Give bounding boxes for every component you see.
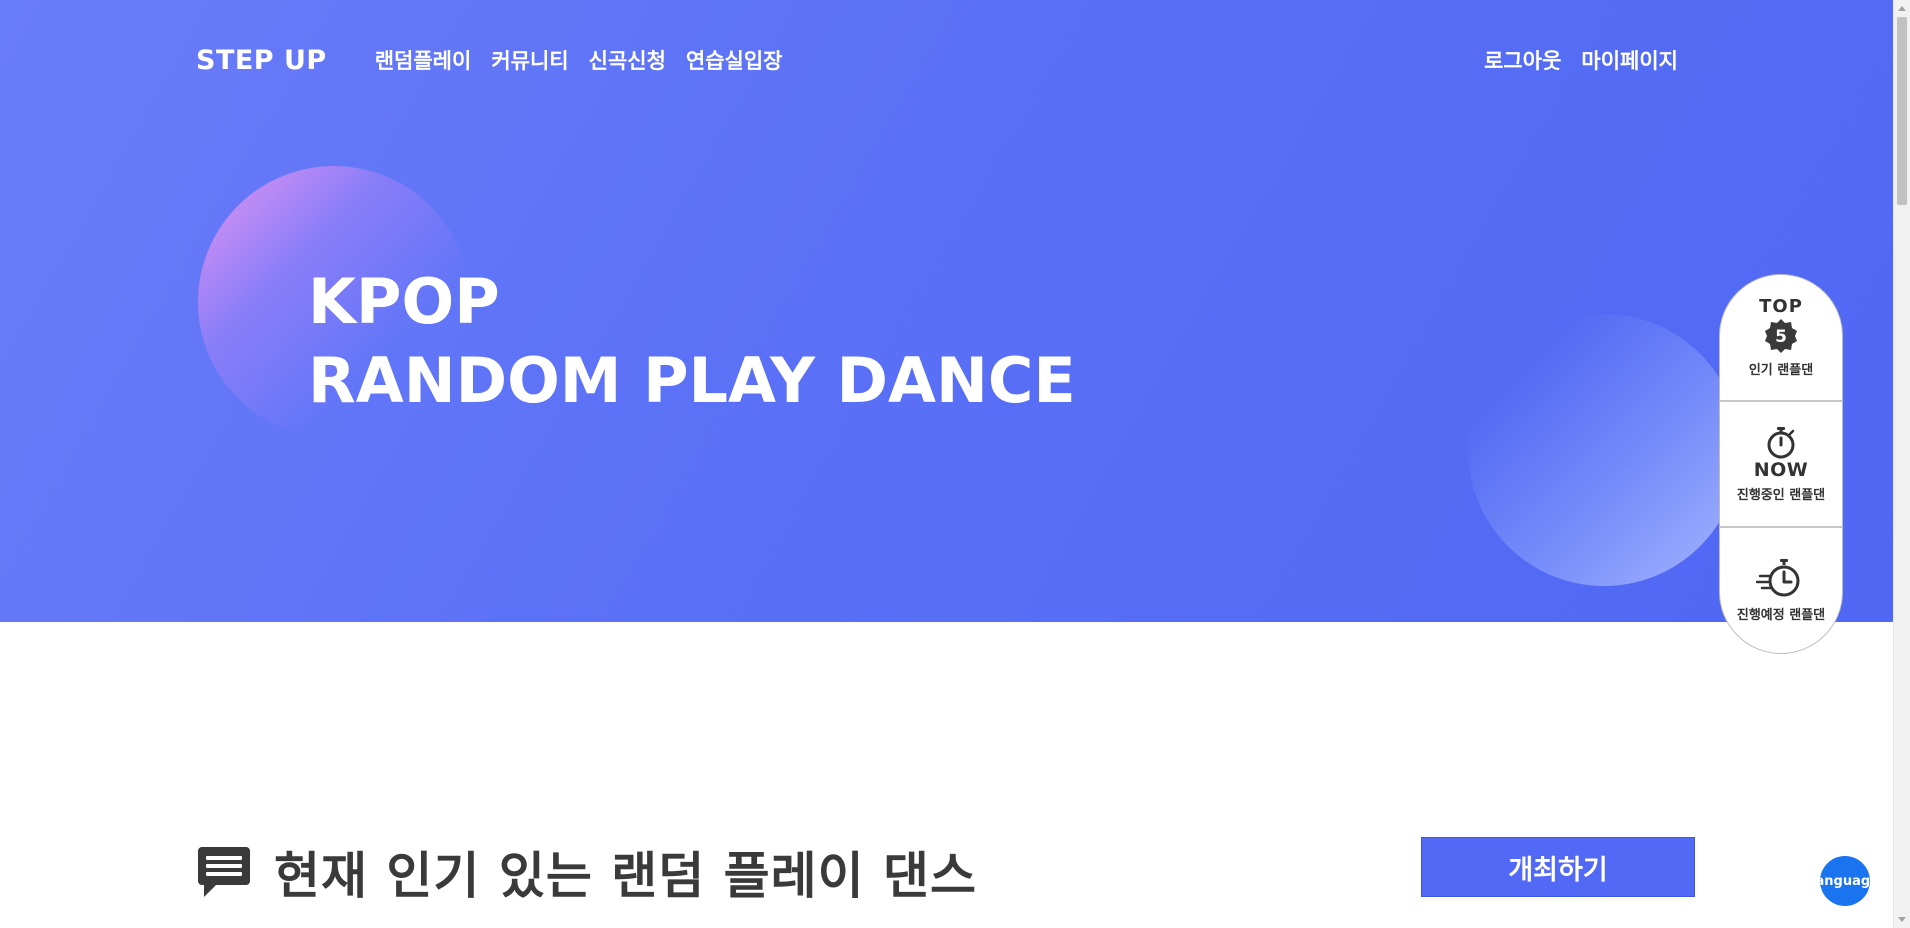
quick-label-popular: 인기 랜플댄 — [1748, 362, 1814, 378]
hero-banner: STEP UP 랜덤플레이 커뮤니티 신곡신청 연습실입장 로그아웃 마이페이지… — [0, 0, 1893, 622]
popular-section-header: 현재 인기 있는 랜덤 플레이 댄스 — [196, 836, 977, 908]
quick-item-now[interactable]: NOW 진행중인 랜플댄 — [1720, 399, 1842, 527]
nav-item-community: 커뮤니티 — [491, 45, 568, 75]
mypage-link[interactable]: 마이페이지 — [1581, 45, 1678, 75]
nav-link-practice-room[interactable]: 연습실입장 — [686, 49, 783, 73]
quick-label-ongoing: 진행중인 랜플댄 — [1736, 487, 1826, 503]
hero-title: KPOP RANDOM PLAY DANCE — [308, 262, 1076, 420]
top-text: TOP — [1759, 295, 1803, 317]
nav-item-song-request: 신곡신청 — [589, 45, 666, 75]
decorative-circle-right — [1468, 314, 1740, 586]
user-nav: 로그아웃 마이페이지 — [1484, 40, 1678, 80]
nav-link-community[interactable]: 커뮤니티 — [491, 49, 568, 73]
quick-label-upcoming: 진행예정 랜플댄 — [1736, 608, 1826, 624]
vertical-scrollbar[interactable] — [1893, 0, 1910, 928]
nav-link-random-play[interactable]: 랜덤플레이 — [375, 49, 472, 73]
nav-item-practice-room: 연습실입장 — [686, 45, 783, 75]
host-button[interactable]: 개최하기 — [1421, 837, 1695, 897]
chat-bubble-icon — [198, 847, 250, 897]
nav-menu: 랜덤플레이 커뮤니티 신곡신청 연습실입장 — [375, 45, 783, 75]
quick-menu-panel: TOP 5 인기 랜플댄 NOW 진행중인 랜플댄 진행예정 랜플댄 — [1719, 274, 1843, 654]
page: STEP UP 랜덤플레이 커뮤니티 신곡신청 연습실입장 로그아웃 마이페이지… — [0, 0, 1910, 928]
language-button[interactable]: language — [1820, 856, 1870, 906]
stopwatch-icon — [1767, 426, 1795, 458]
hero-title-line1: KPOP — [308, 265, 500, 338]
scroll-up-arrow-icon[interactable] — [1898, 6, 1906, 11]
hero-title-line2: RANDOM PLAY DANCE — [308, 344, 1076, 417]
section-title: 현재 인기 있는 랜덤 플레이 댄스 — [274, 847, 978, 905]
top5-badge-icon: 5 — [1765, 318, 1797, 353]
nav-item-random-play: 랜덤플레이 — [375, 45, 472, 75]
logo-link[interactable]: STEP UP — [196, 45, 327, 76]
quick-item-top5[interactable]: TOP 5 인기 랜플댄 — [1720, 275, 1842, 400]
nav-link-song-request[interactable]: 신곡신청 — [589, 49, 666, 73]
now-text: NOW — [1753, 458, 1809, 481]
top5-badge-number: 5 — [1775, 327, 1787, 347]
logout-link[interactable]: 로그아웃 — [1484, 45, 1561, 75]
quick-item-upcoming[interactable]: 진행예정 랜플댄 — [1720, 526, 1842, 653]
main-nav: STEP UP 랜덤플레이 커뮤니티 신곡신청 연습실입장 — [196, 40, 783, 80]
fast-clock-icon — [1756, 559, 1800, 597]
scrollbar-thumb[interactable] — [1897, 17, 1907, 205]
scroll-down-arrow-icon[interactable] — [1898, 917, 1906, 922]
